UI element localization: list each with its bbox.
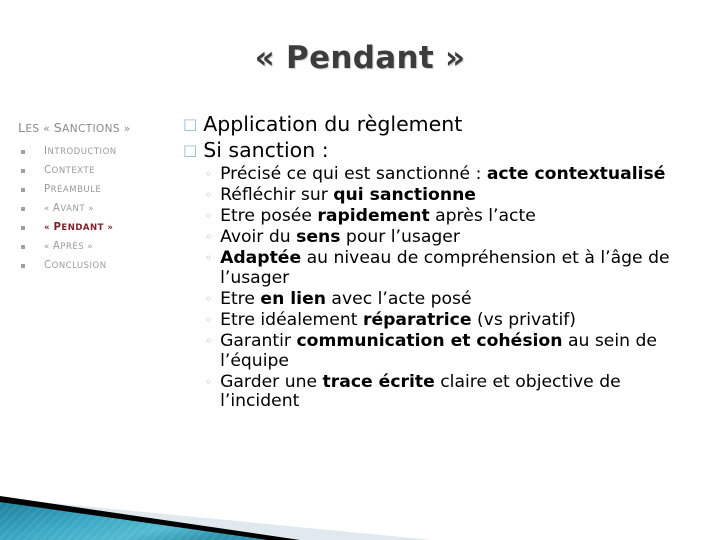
sub-bullet-list: ◦ Précisé ce qui est sanctionné : acte c… — [205, 164, 683, 413]
bullet-text: Garder une trace écrite claire et object… — [220, 371, 621, 412]
bullet-level1: □ Si sanction : — [183, 138, 683, 163]
sidebar-item-apres[interactable]: « APRÈS » — [18, 237, 176, 256]
sidebar-item-label: PRÉAMBULE — [44, 184, 102, 195]
hollow-circle-bullet-icon: ◦ — [205, 250, 213, 265]
square-bullet-icon — [21, 187, 25, 192]
sidebar-item-introduction[interactable]: INTRODUCTION — [18, 142, 176, 161]
hollow-circle-bullet-icon: ◦ — [205, 312, 213, 327]
sidebar-heading: LES « SANCTIONS » — [18, 120, 131, 135]
bullet-level2: ◦ Etre en lien avec l’acte posé — [205, 288, 683, 310]
hollow-square-bullet-icon: □ — [183, 115, 198, 133]
sidebar-item-pendant[interactable]: « PENDANT » — [18, 218, 176, 237]
hollow-square-bullet-icon: □ — [183, 141, 198, 159]
bullet-level2: ◦ Adaptée au niveau de compréhension et … — [205, 247, 683, 289]
hollow-circle-bullet-icon: ◦ — [205, 333, 213, 348]
sidebar-item-label: INTRODUCTION — [44, 146, 117, 157]
sidebar-item-conclusion[interactable]: CONCLUSION — [18, 256, 176, 275]
sidebar-nav: LES « SANCTIONS » INTRODUCTION CONTEXTE … — [18, 120, 176, 275]
hollow-circle-bullet-icon: ◦ — [205, 187, 213, 202]
slide-body: □ Application du règlement □ Si sanction… — [183, 112, 683, 413]
square-bullet-icon — [21, 244, 25, 249]
sidebar-item-label: CONCLUSION — [44, 260, 107, 271]
bullet-text: Application du règlement — [203, 112, 463, 136]
hollow-circle-bullet-icon: ◦ — [205, 208, 213, 223]
sidebar-item-label: « APRÈS » — [44, 241, 94, 252]
square-bullet-icon — [21, 206, 25, 211]
bullet-text: Garantir communication et cohésion au se… — [220, 330, 657, 371]
bullet-text: Avoir du sens pour l’usager — [220, 226, 460, 247]
square-bullet-icon — [21, 263, 25, 268]
sidebar-item-label: « PENDANT » — [44, 222, 114, 233]
hollow-circle-bullet-icon: ◦ — [205, 167, 213, 181]
square-bullet-icon — [21, 168, 25, 173]
bullet-level2: ◦ Avoir du sens pour l’usager — [205, 226, 683, 248]
sidebar-item-preambule[interactable]: PRÉAMBULE — [18, 180, 176, 199]
bullet-level2: ◦ Précisé ce qui est sanctionné : acte c… — [205, 164, 683, 185]
bullet-text: Précisé ce qui est sanctionné : acte con… — [220, 164, 666, 184]
hollow-circle-bullet-icon: ◦ — [205, 291, 213, 306]
pale-band-shape — [0, 498, 432, 540]
bullet-text: Si sanction : — [203, 138, 329, 162]
hollow-circle-bullet-icon: ◦ — [205, 229, 213, 244]
slide: « Pendant » LES « SANCTIONS » INTRODUCTI… — [0, 0, 720, 540]
bullet-level2: ◦ Réfléchir sur qui sanctionne — [205, 184, 683, 206]
bullet-level2: ◦ Etre posée rapidement après l’acte — [205, 205, 683, 227]
bullet-level1: □ Application du règlement — [183, 112, 683, 137]
teal-triangle-texture — [0, 502, 268, 540]
corner-triangle-graphic — [0, 496, 432, 540]
bullet-level2: ◦ Etre idéalement réparatrice (vs privat… — [205, 309, 683, 331]
bullet-level2: ◦ Garantir communication et cohésion au … — [205, 330, 683, 372]
bullet-text: Réfléchir sur qui sanctionne — [220, 184, 476, 205]
bullet-level2: ◦ Garder une trace écrite claire et obje… — [205, 371, 683, 413]
bullet-text: Etre en lien avec l’acte posé — [220, 288, 472, 309]
teal-triangle-shape — [0, 502, 268, 540]
bullet-text: Adaptée au niveau de compréhension et à … — [220, 247, 670, 288]
sidebar-item-label: CONTEXTE — [44, 165, 95, 176]
sidebar-item-contexte[interactable]: CONTEXTE — [18, 161, 176, 180]
sidebar-item-avant[interactable]: « AVANT » — [18, 199, 176, 218]
square-bullet-icon — [21, 149, 25, 154]
square-bullet-icon — [21, 225, 25, 230]
bullet-text: Etre posée rapidement après l’acte — [220, 205, 536, 226]
bullet-text: Etre idéalement réparatrice (vs privatif… — [220, 309, 577, 330]
black-stripe-shape — [0, 496, 300, 540]
sidebar-item-label: « AVANT » — [44, 203, 94, 214]
slide-title: « Pendant » — [254, 40, 466, 76]
hollow-circle-bullet-icon: ◦ — [205, 374, 213, 389]
